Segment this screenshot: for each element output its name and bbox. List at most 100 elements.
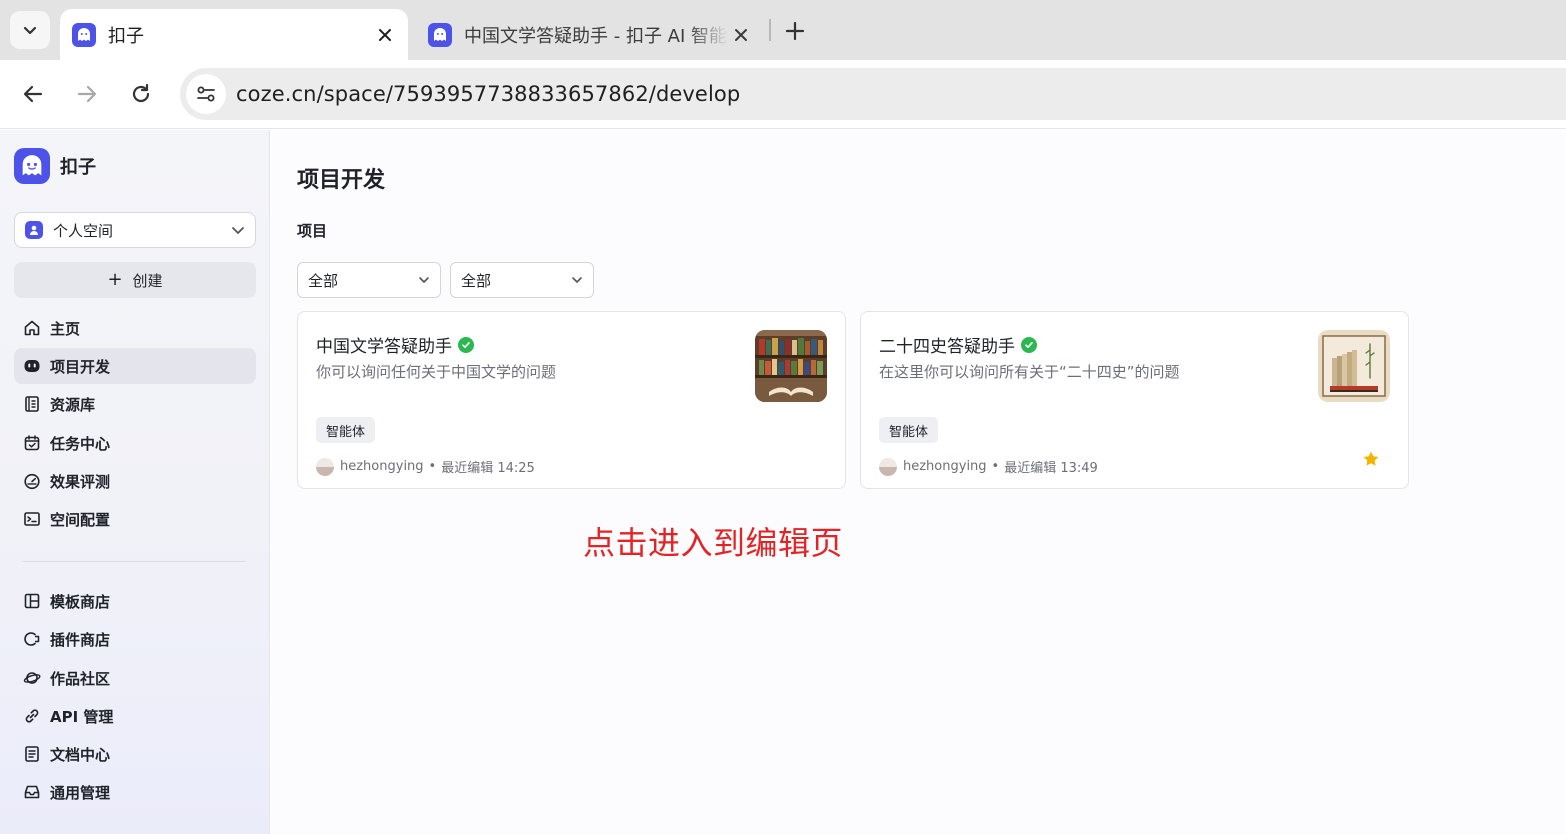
sidebar-item-community[interactable]: 作品社区	[14, 660, 256, 696]
arrow-right-icon	[77, 85, 97, 103]
coze-favicon-icon	[428, 22, 452, 47]
star-icon[interactable]	[1362, 450, 1380, 468]
sidebar-item-label: 作品社区	[50, 669, 111, 688]
card-title: 中国文学答疑助手	[316, 332, 474, 357]
sidebar-item-label: 模板商店	[50, 592, 111, 611]
sidebar-item-label: 通用管理	[50, 783, 111, 802]
avatar	[316, 457, 334, 476]
sidebar-item-label: API 管理	[50, 707, 114, 726]
card-edited: 最近编辑 13:49	[1004, 461, 1098, 476]
sidebar-item-space-config[interactable]: 空间配置	[14, 501, 256, 537]
card-edited: 最近编辑 14:25	[441, 461, 535, 476]
space-label: 个人空间	[53, 221, 114, 240]
brand[interactable]: 扣子	[14, 148, 96, 184]
document-icon	[22, 744, 42, 764]
sidebar-item-label: 文档中心	[50, 745, 111, 764]
card-meta: hezhongying • 最近编辑 13:49	[879, 457, 1098, 476]
card-author: hezhongying	[903, 459, 987, 474]
new-tab-button[interactable]	[780, 16, 810, 46]
coze-favicon-icon	[72, 22, 96, 47]
meta-separator: •	[991, 459, 1000, 474]
books-scroll-thumbnail-icon	[1318, 330, 1390, 402]
card-title-text: 中国文学答疑助手	[316, 337, 452, 357]
type-filter-select[interactable]: 全部	[297, 262, 441, 298]
tab-coze-home[interactable]: 扣子	[60, 9, 408, 60]
close-tab-icon[interactable]	[372, 22, 398, 48]
coze-logo-icon	[14, 148, 50, 184]
sidebar-item-docs[interactable]: 文档中心	[14, 736, 256, 772]
sidebar-item-home[interactable]: 主页	[14, 310, 256, 346]
card-tag: 智能体	[879, 417, 939, 443]
card-meta: hezhongying • 最近编辑 14:25	[316, 457, 535, 476]
gauge-icon	[22, 471, 42, 491]
back-button[interactable]	[16, 77, 50, 111]
browser-tab-bar: 扣子 中国文学答疑助手 - 扣子 AI 智能	[0, 0, 1566, 60]
sidebar-item-label: 空间配置	[50, 510, 111, 529]
section-label: 项目	[297, 222, 328, 240]
address-bar[interactable]: coze.cn/space/7593957738833657862/develo…	[180, 68, 1566, 120]
avatar	[879, 457, 897, 476]
sidebar-item-api[interactable]: API 管理	[14, 698, 256, 734]
home-icon	[22, 318, 42, 338]
sidebar-item-template-store[interactable]: 模板商店	[14, 583, 256, 619]
sidebar-item-label: 主页	[50, 319, 81, 338]
filter-value: 全部	[308, 271, 339, 290]
url-text: coze.cn/space/7593957738833657862/develo…	[236, 82, 741, 106]
link-icon	[22, 706, 42, 726]
tab-title: 中国文学答疑助手 - 扣子 AI 智能	[464, 25, 728, 47]
plus-icon: +	[107, 269, 123, 290]
plugin-icon	[22, 629, 42, 649]
bookshelf-thumbnail-icon	[755, 330, 827, 402]
sidebar-divider	[22, 561, 246, 562]
project-card-history[interactable]: 二十四史答疑助手 在这里你可以询问所有关于“二十四史”的问题 智能体 hezho…	[860, 311, 1409, 489]
tab-separator	[769, 19, 771, 41]
annotation-text: 点击进入到编辑页	[583, 524, 844, 562]
arrow-left-icon	[23, 85, 43, 103]
sidebar-item-tasks[interactable]: 任务中心	[14, 425, 256, 461]
tab-literature-assistant[interactable]: 中国文学答疑助手 - 扣子 AI 智能	[416, 9, 764, 60]
tab-search-button[interactable]	[10, 11, 50, 49]
reload-button[interactable]	[124, 77, 158, 111]
tab-title: 扣子	[108, 25, 144, 47]
close-tab-icon[interactable]	[728, 22, 754, 48]
task-icon	[22, 433, 42, 453]
sidebar: 扣子 个人空间 + 创建 主页 项目开发 资源库 任务中心 效果评测 空间配置	[0, 130, 270, 834]
project-card-literature[interactable]: 中国文学答疑助手 你可以询问任何关于中国文学的问题 智能体 hezhongyin…	[297, 311, 846, 489]
sidebar-item-label: 资源库	[50, 395, 96, 414]
meta-separator: •	[428, 459, 437, 474]
site-info-button[interactable]	[186, 74, 226, 114]
inbox-icon	[22, 782, 42, 802]
browser-toolbar: coze.cn/space/7593957738833657862/develo…	[0, 60, 1566, 129]
plus-icon	[786, 22, 804, 40]
create-button[interactable]: + 创建	[14, 262, 256, 298]
card-description: 在这里你可以询问所有关于“二十四史”的问题	[879, 363, 1180, 381]
sidebar-item-general[interactable]: 通用管理	[14, 774, 256, 810]
status-filter-select[interactable]: 全部	[450, 262, 594, 298]
sidebar-item-plugin-store[interactable]: 插件商店	[14, 621, 256, 657]
bot-icon	[22, 356, 42, 376]
forward-button[interactable]	[70, 77, 104, 111]
chevron-down-icon	[572, 277, 582, 283]
sidebar-item-label: 项目开发	[50, 357, 111, 376]
chevron-down-icon	[232, 227, 244, 234]
sidebar-item-project-dev[interactable]: 项目开发	[14, 348, 256, 384]
sidebar-item-library[interactable]: 资源库	[14, 386, 256, 422]
terminal-icon	[22, 509, 42, 529]
card-title: 二十四史答疑助手	[879, 332, 1037, 357]
space-selector[interactable]: 个人空间	[14, 212, 256, 248]
user-icon	[25, 221, 43, 239]
create-label: 创建	[132, 271, 163, 290]
card-author: hezhongying	[340, 459, 424, 474]
sidebar-item-label: 任务中心	[50, 434, 111, 453]
planet-icon	[22, 668, 42, 688]
verified-icon	[1021, 336, 1037, 353]
sidebar-item-label: 效果评测	[50, 472, 111, 491]
card-title-text: 二十四史答疑助手	[879, 337, 1015, 357]
page-title: 项目开发	[297, 168, 386, 193]
card-tag: 智能体	[316, 417, 376, 443]
sidebar-item-evaluation[interactable]: 效果评测	[14, 463, 256, 499]
chevron-down-icon	[419, 277, 429, 283]
tune-icon	[197, 86, 215, 102]
reload-icon	[132, 83, 150, 103]
sidebar-item-label: 插件商店	[50, 630, 111, 649]
